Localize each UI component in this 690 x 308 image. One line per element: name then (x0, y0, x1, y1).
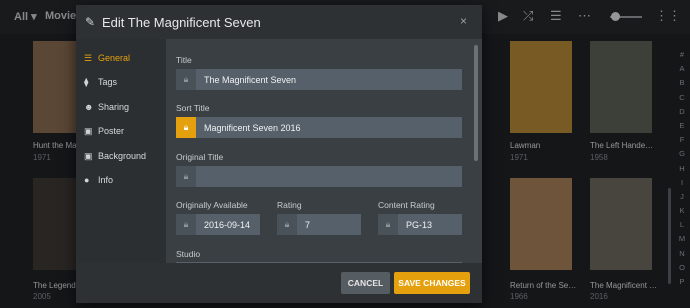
lock-icon[interactable]: 🔒︎ (176, 166, 196, 187)
modal-title: Edit The Magnificent Seven (102, 15, 261, 30)
save-changes-button[interactable]: SAVE CHANGES (394, 272, 470, 294)
originally-available-field[interactable]: 🔒︎ 2016-09-14 (176, 214, 260, 235)
nav-item-info[interactable]: ● Info (84, 175, 113, 185)
modal-footer: CANCEL SAVE CHANGES (76, 263, 482, 303)
nav-item-general[interactable]: ☰ General (84, 53, 130, 64)
lock-icon[interactable]: 🔒︎ (277, 214, 297, 235)
sort-title-label: Sort Title (176, 103, 210, 113)
content-rating-label: Content Rating (378, 200, 435, 210)
lock-icon[interactable]: 🔒︎ (176, 69, 196, 90)
original-title-label: Original Title (176, 152, 224, 162)
rating-label: Rating (277, 200, 302, 210)
lock-icon[interactable]: 🔒︎ (176, 214, 196, 235)
close-icon[interactable]: × (460, 14, 467, 28)
general-form: Title 🔒︎ The Magnificent Seven Sort Titl… (166, 39, 482, 263)
lock-icon[interactable]: 🔒︎ (176, 117, 196, 138)
users-icon: ☻ (84, 102, 94, 112)
modal-header: ✎ Edit The Magnificent Seven × (76, 5, 482, 39)
image-icon: ▣ (84, 151, 93, 161)
nav-label: Info (98, 175, 114, 185)
cancel-button[interactable]: CANCEL (341, 272, 390, 294)
nav-item-tags[interactable]: ⧫ Tags (84, 77, 117, 88)
pencil-icon: ✎ (85, 15, 96, 29)
nav-item-poster[interactable]: ▣ Poster (84, 126, 124, 137)
rating-field[interactable]: 🔒︎ 7 (277, 214, 361, 235)
original-title-field[interactable]: 🔒︎ (176, 166, 462, 187)
film-icon: ☰ (84, 53, 93, 63)
nav-label: General (98, 53, 131, 63)
title-value: The Magnificent Seven (204, 75, 297, 85)
info-icon: ● (84, 175, 90, 185)
image-icon: ▣ (84, 126, 93, 136)
nav-label: Poster (98, 126, 125, 136)
originally-available-value: 2016-09-14 (204, 220, 251, 230)
nav-label: Tags (98, 77, 118, 87)
studio-label: Studio (176, 249, 201, 259)
nav-item-sharing[interactable]: ☻ Sharing (84, 102, 129, 112)
nav-label: Background (98, 151, 147, 161)
lock-icon[interactable]: 🔒︎ (378, 214, 398, 235)
sort-title-field[interactable]: 🔒︎ Magnificent Seven 2016 (176, 117, 462, 138)
title-field[interactable]: 🔒︎ The Magnificent Seven (176, 69, 462, 90)
originally-available-label: Originally Available (176, 200, 248, 210)
modal-scrollbar[interactable] (474, 45, 478, 161)
nav-item-background[interactable]: ▣ Background (84, 151, 146, 162)
rating-value: 7 (305, 220, 311, 230)
sort-title-value: Magnificent Seven 2016 (204, 123, 301, 133)
title-label: Title (176, 55, 192, 65)
modal-sidebar: ☰ General ⧫ Tags ☻ Sharing ▣ Poster ▣ Backgro… (76, 39, 166, 263)
content-rating-value: PG-13 (406, 220, 433, 230)
content-rating-field[interactable]: 🔒︎ PG-13 (378, 214, 462, 235)
edit-metadata-modal: ✎ Edit The Magnificent Seven × ☰ General … (76, 5, 482, 303)
tag-icon: ⧫ (84, 77, 89, 87)
nav-label: Sharing (98, 102, 130, 112)
